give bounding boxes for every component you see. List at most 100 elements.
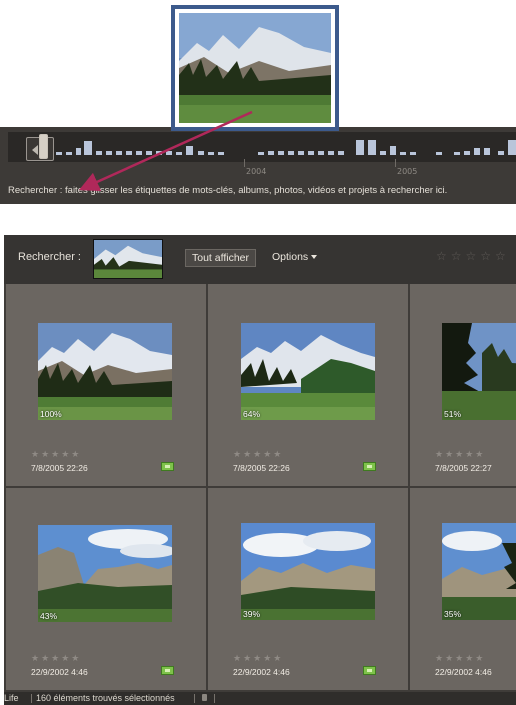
photo-thumbnail[interactable]: 51% — [442, 323, 516, 420]
search-hint-text: Rechercher : faites glisser les étiquett… — [8, 185, 448, 196]
status-life: Life — [4, 693, 19, 703]
media-badge-icon — [363, 666, 376, 675]
timeline-slider-handle[interactable] — [39, 134, 48, 159]
timeline-bar[interactable] — [96, 151, 102, 155]
media-badge-icon — [161, 666, 174, 675]
timeline-bar[interactable] — [126, 151, 132, 155]
mountain-photo — [179, 13, 331, 123]
star-rating[interactable]: ★★★★★ — [233, 654, 283, 664]
timeline-bar[interactable] — [390, 146, 396, 155]
timeline-bar[interactable] — [258, 152, 264, 155]
match-percentage: 100% — [40, 409, 62, 419]
timeline-bar[interactable] — [338, 151, 344, 155]
timeline-bar[interactable] — [198, 151, 204, 155]
timeline-year-tick — [395, 159, 396, 167]
match-percentage: 35% — [444, 609, 462, 619]
timeline-bar[interactable] — [186, 146, 193, 155]
options-menu[interactable]: Options — [272, 251, 318, 263]
caret-down-icon — [311, 255, 318, 260]
rating-filter[interactable]: ☆☆☆☆☆ — [436, 249, 510, 263]
timeline-bar[interactable] — [288, 151, 294, 155]
photo-thumbnail[interactable]: 100% — [38, 323, 172, 420]
valley-photo — [38, 525, 172, 622]
photo-thumbnail[interactable]: 39% — [241, 523, 375, 620]
timeline-bar[interactable] — [146, 151, 152, 155]
divider — [194, 694, 195, 703]
timeline-bar[interactable] — [66, 152, 72, 155]
options-label: Options — [272, 251, 309, 263]
photo-cell[interactable]: 100% ★★★★★ 7/8/2005 22:26 — [6, 284, 206, 486]
photo-cell[interactable]: 51% ★★★★★ 7/8/2005 22:27 — [410, 284, 516, 486]
timeline-bar[interactable] — [508, 140, 516, 155]
timeline-bar[interactable] — [328, 151, 334, 155]
status-item-count: 160 éléments trouvés sélectionnés — [36, 693, 175, 703]
show-all-button[interactable]: Tout afficher — [185, 249, 257, 267]
status-bar: Life 160 éléments trouvés sélectionnés — [4, 692, 516, 705]
match-percentage: 39% — [243, 609, 261, 619]
photo-date: 22/9/2002 4:46 — [31, 667, 88, 677]
divider — [31, 694, 32, 703]
star-rating[interactable]: ★★★★★ — [31, 654, 81, 664]
timeline-year-label: 2004 — [246, 167, 267, 176]
dragged-photo-thumbnail[interactable] — [171, 5, 339, 131]
star-rating[interactable]: ★★★★★ — [233, 450, 283, 460]
timeline-bar[interactable] — [498, 151, 504, 155]
timeline-bar[interactable] — [76, 148, 81, 155]
timeline-bar[interactable] — [116, 151, 122, 155]
timeline-year-label: 2005 — [397, 167, 418, 176]
media-badge-icon — [161, 462, 174, 471]
photo-date: 22/9/2002 4:46 — [435, 667, 492, 677]
photo-thumbnail[interactable]: 43% — [38, 525, 172, 622]
valley-photo — [241, 523, 375, 620]
timeline-bar[interactable] — [474, 148, 480, 155]
photo-cell[interactable]: 64% ★★★★★ 7/8/2005 22:26 — [208, 284, 408, 486]
timeline-bar[interactable] — [56, 152, 62, 155]
timeline-bar[interactable] — [136, 151, 142, 155]
timeline-bar[interactable] — [166, 151, 172, 155]
timeline-bar[interactable] — [368, 140, 376, 155]
timeline-bar[interactable] — [308, 151, 314, 155]
timeline-bar[interactable] — [176, 152, 182, 155]
timeline-bar[interactable] — [410, 152, 416, 155]
timeline-bar[interactable] — [156, 151, 162, 155]
timeline-bar[interactable] — [436, 152, 442, 155]
timeline-bar[interactable] — [464, 151, 470, 155]
star-rating[interactable]: ★★★★★ — [435, 450, 485, 460]
photo-cell[interactable]: 35% ★★★★★ 22/9/2002 4:46 — [410, 488, 516, 690]
timeline-bar[interactable] — [380, 151, 386, 155]
match-percentage: 43% — [40, 611, 58, 621]
timeline-bar[interactable] — [268, 151, 274, 155]
timeline-bar[interactable] — [84, 141, 92, 155]
timeline-bar[interactable] — [318, 151, 324, 155]
timeline-bar[interactable] — [454, 152, 460, 155]
timeline-year-tick — [244, 159, 245, 167]
timeline[interactable]: 2004 2005 — [8, 132, 516, 176]
star-rating[interactable]: ★★★★★ — [435, 654, 485, 664]
timeline-panel: 2004 2005 Rechercher : faites glisser le… — [0, 127, 516, 204]
photo-date: 7/8/2005 22:26 — [233, 463, 290, 473]
star-rating[interactable]: ★★★★★ — [31, 450, 81, 460]
timeline-bar[interactable] — [106, 151, 112, 155]
photo-thumbnail[interactable]: 64% — [241, 323, 375, 420]
media-badge-icon — [363, 462, 376, 471]
find-bar: Rechercher : Tout afficher Options ☆☆☆☆☆ — [4, 235, 516, 284]
timeline-bar[interactable] — [298, 151, 304, 155]
timeline-bar[interactable] — [484, 148, 490, 155]
timeline-bar[interactable] — [400, 152, 406, 155]
photo-cell[interactable]: 43% ★★★★★ 22/9/2002 4:46 — [6, 488, 206, 690]
mountain-photo — [241, 323, 375, 420]
status-icon[interactable] — [202, 694, 207, 701]
photo-date: 22/9/2002 4:46 — [233, 667, 290, 677]
photo-cell[interactable]: 39% ★★★★★ 22/9/2002 4:46 — [208, 488, 408, 690]
timeline-bar[interactable] — [278, 151, 284, 155]
find-query-thumbnail[interactable] — [93, 239, 163, 279]
photo-date: 7/8/2005 22:27 — [435, 463, 492, 473]
timeline-bar[interactable] — [208, 152, 214, 155]
arrow-left-icon — [32, 145, 38, 155]
photo-browser: Rechercher : Tout afficher Options ☆☆☆☆☆ — [4, 235, 516, 705]
valley-photo — [442, 523, 516, 620]
timeline-bar[interactable] — [356, 140, 364, 155]
timeline-bar[interactable] — [218, 152, 224, 155]
photo-thumbnail[interactable]: 35% — [442, 523, 516, 620]
photo-date: 7/8/2005 22:26 — [31, 463, 88, 473]
